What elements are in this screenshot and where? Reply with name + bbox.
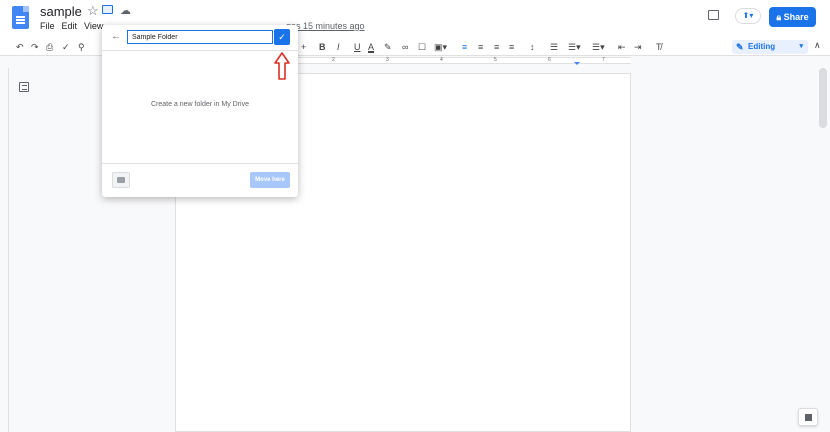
paint-format-icon[interactable]: ⚲ <box>78 40 85 54</box>
highlight-icon[interactable]: ✎ <box>384 40 392 54</box>
ruler-number: 7 <box>602 57 605 63</box>
star-icon[interactable]: ☆ <box>87 3 99 19</box>
align-right-icon[interactable]: ≡ <box>494 40 499 54</box>
annotation-arrow-icon <box>274 52 290 80</box>
underline-icon[interactable]: U <box>354 40 361 54</box>
ruler-number: 2 <box>332 57 335 63</box>
clear-formatting-icon[interactable]: T̸ <box>656 40 662 54</box>
add-comment-icon[interactable]: ☐ <box>418 40 426 54</box>
dialog-divider-bottom <box>102 163 298 164</box>
share-label: Share <box>783 12 809 22</box>
dialog-divider-top <box>102 50 298 51</box>
undo-icon[interactable]: ↶ <box>16 40 24 54</box>
empty-folder-message: Create a new folder in My Drive <box>150 101 250 108</box>
checkmark-icon: ✓ <box>278 32 286 42</box>
ruler-number: 5 <box>494 57 497 63</box>
collapse-menus-icon[interactable]: ∧ <box>814 40 821 51</box>
present-button[interactable]: ⬆▾ <box>735 8 761 24</box>
move-here-button[interactable]: Move here <box>250 172 290 188</box>
link-icon[interactable]: ∞ <box>402 40 408 54</box>
share-button[interactable]: 🔒︎ Share <box>769 7 816 27</box>
numbered-list-icon[interactable]: ☰▾ <box>592 40 605 54</box>
align-center-icon[interactable]: ≡ <box>478 40 483 54</box>
move-to-folder-dialog: ← ✓ Create a new folder in My Drive Move… <box>102 25 298 197</box>
confirm-folder-name-button[interactable]: ✓ <box>274 29 290 45</box>
back-arrow-icon[interactable]: ← <box>111 31 121 42</box>
new-folder-icon[interactable] <box>112 172 130 188</box>
redo-icon[interactable]: ↷ <box>31 40 39 54</box>
insert-image-icon[interactable]: ▣▾ <box>434 40 447 54</box>
move-folder-icon[interactable] <box>102 5 113 14</box>
menu-bar: File Edit View <box>40 21 103 31</box>
decrease-indent-icon[interactable]: ⇤ <box>618 40 626 54</box>
increase-indent-icon[interactable]: ⇥ <box>634 40 642 54</box>
cloud-status-icon[interactable]: ☁ <box>120 4 131 17</box>
increase-font-icon[interactable]: + <box>301 40 306 54</box>
explore-icon[interactable] <box>798 408 818 426</box>
menu-view[interactable]: View <box>84 21 103 31</box>
editing-mode-dropdown[interactable]: ✎ Editing ▾ <box>732 40 808 54</box>
checklist-icon[interactable]: ☰ <box>550 40 558 54</box>
menu-edit[interactable]: Edit <box>62 21 78 31</box>
editing-label: Editing <box>748 42 776 51</box>
italic-icon[interactable]: I <box>337 40 340 54</box>
outline-icon[interactable] <box>19 82 29 92</box>
present-icon: ⬆▾ <box>742 11 754 20</box>
print-icon[interactable]: ⎙ <box>46 40 53 54</box>
align-left-icon[interactable]: ≡ <box>462 40 467 54</box>
new-folder-name-input[interactable] <box>127 30 273 44</box>
spellcheck-icon[interactable]: ✓ <box>62 40 70 54</box>
justify-icon[interactable]: ≡ <box>509 40 514 54</box>
document-title[interactable]: sample <box>40 4 82 19</box>
ruler-number: 3 <box>386 57 389 63</box>
vertical-ruler <box>0 68 9 432</box>
right-indent-marker[interactable] <box>574 62 580 65</box>
ruler-number: 6 <box>548 57 551 63</box>
docs-logo-icon[interactable] <box>12 6 29 29</box>
bold-icon[interactable]: B <box>319 40 326 54</box>
lock-icon: 🔒︎ <box>776 12 782 22</box>
line-spacing-icon[interactable]: ↕ <box>530 40 535 54</box>
ruler-number: 4 <box>440 57 443 63</box>
menu-file[interactable]: File <box>40 21 55 31</box>
text-color-icon[interactable]: A <box>368 40 374 54</box>
bulleted-list-icon[interactable]: ☰▾ <box>568 40 581 54</box>
chevron-down-icon: ▾ <box>799 43 803 50</box>
pencil-icon: ✎ <box>736 42 744 52</box>
vertical-scrollbar[interactable] <box>819 68 827 128</box>
comment-icon[interactable] <box>708 10 719 20</box>
